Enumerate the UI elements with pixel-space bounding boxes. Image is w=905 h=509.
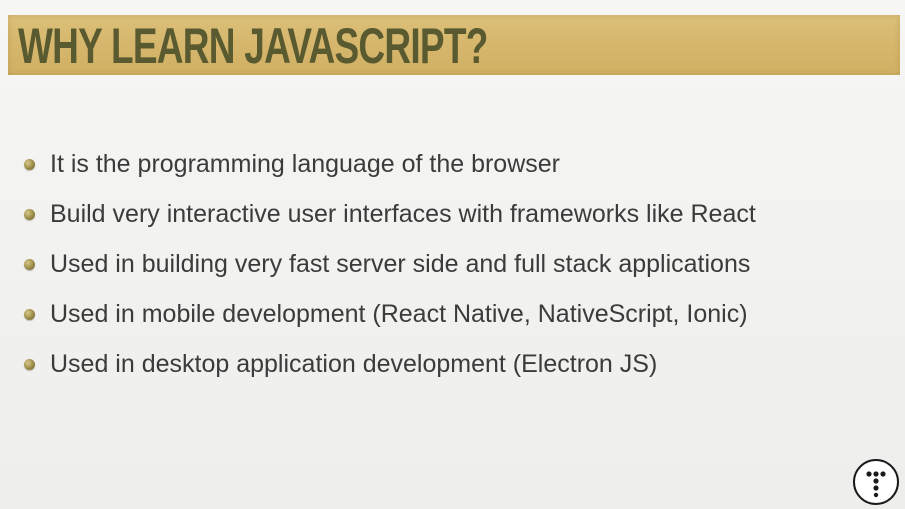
bullet-dot-icon: [24, 159, 35, 170]
bullet-text: It is the programming language of the br…: [50, 150, 560, 178]
bullet-text: Used in desktop application development …: [50, 350, 658, 378]
title-band: WHY LEARN JAVASCRIPT?: [8, 15, 900, 75]
slide: WHY LEARN JAVASCRIPT? It is the programm…: [0, 0, 905, 509]
bullet-dot-icon: [24, 259, 35, 270]
slide-title: WHY LEARN JAVASCRIPT?: [18, 18, 488, 74]
bullet-dot-icon: [24, 359, 35, 370]
channel-logo-glyph: [866, 471, 886, 498]
bullet-text: Used in mobile development (React Native…: [50, 300, 748, 328]
bullet-dot-icon: [24, 209, 35, 220]
channel-logo-icon: [853, 459, 899, 505]
bullet-text: Build very interactive user interfaces w…: [50, 200, 756, 228]
bullet-dot-icon: [24, 309, 35, 320]
bullet-text: Used in building very fast server side a…: [50, 250, 751, 278]
